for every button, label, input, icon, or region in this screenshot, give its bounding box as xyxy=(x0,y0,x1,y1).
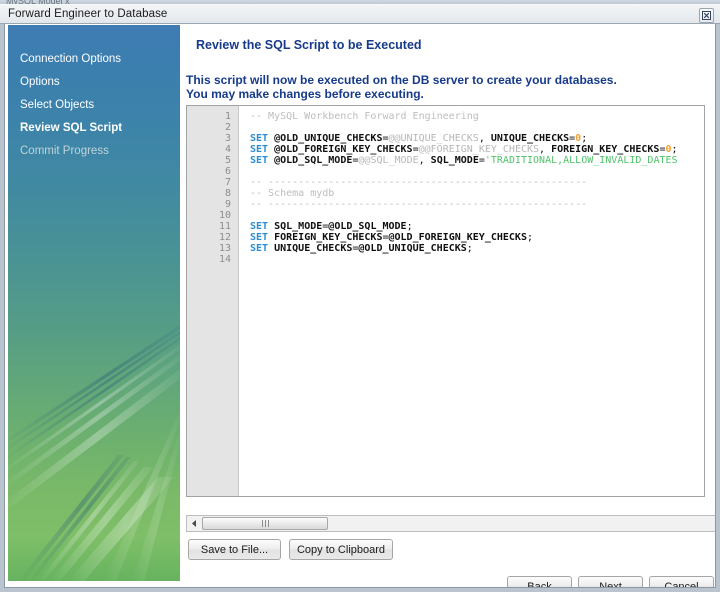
copy-to-clipboard-label: Copy to Clipboard xyxy=(297,544,385,556)
copy-to-clipboard-button[interactable]: Copy to Clipboard xyxy=(289,539,393,560)
sidebar-item-label: Connection Options xyxy=(20,53,121,65)
line-number: 1 xyxy=(225,111,231,122)
dialog-body: Connection Options Options Select Object… xyxy=(4,24,716,588)
sidebar-item-commit-progress: Commit Progress xyxy=(20,145,170,161)
code-line: SET FOREIGN_KEY_CHECKS=@OLD_FOREIGN_KEY_… xyxy=(250,232,533,243)
sidebar-item-select-objects[interactable]: Select Objects xyxy=(20,99,170,115)
line-number: 13 xyxy=(219,243,231,254)
cancel-button[interactable]: Cancel xyxy=(649,576,714,588)
dialog-titlebar: Forward Engineer to Database xyxy=(0,4,720,24)
code-line: -- -------------------------------------… xyxy=(250,177,587,188)
sidebar-item-label: Commit Progress xyxy=(20,145,109,157)
next-button[interactable]: Next xyxy=(578,576,643,588)
code-line: -- Schema mydb xyxy=(250,188,334,199)
save-to-file-button[interactable]: Save to File... xyxy=(188,539,281,560)
sidebar-item-review-sql-script[interactable]: Review SQL Script xyxy=(20,122,170,138)
line-number: 12 xyxy=(219,232,231,243)
intro-text-line-1: This script will now be executed on the … xyxy=(186,73,617,87)
sidebar-item-label: Review SQL Script xyxy=(20,122,122,134)
line-number: 8 xyxy=(225,188,231,199)
back-label: Back xyxy=(527,581,551,589)
code-line: SET @OLD_UNIQUE_CHECKS=@@UNIQUE_CHECKS, … xyxy=(250,133,587,144)
dialog-title: Forward Engineer to Database xyxy=(8,8,167,20)
code-line: SET @OLD_SQL_MODE=@@SQL_MODE, SQL_MODE='… xyxy=(250,155,678,166)
wizard-step-sidebar: Connection Options Options Select Object… xyxy=(8,25,180,581)
horizontal-scrollbar-thumb[interactable] xyxy=(202,517,328,530)
code-line: -- MySQL Workbench Forward Engineering xyxy=(250,111,479,122)
dialog-inner: Connection Options Options Select Object… xyxy=(5,24,715,587)
line-number: 7 xyxy=(225,177,231,188)
line-number: 5 xyxy=(225,155,231,166)
code-line: SET @OLD_FOREIGN_KEY_CHECKS=@@FOREIGN_KE… xyxy=(250,144,678,155)
sql-code-area[interactable]: -- MySQL Workbench Forward Engineering SE… xyxy=(240,106,704,496)
line-number: 4 xyxy=(225,144,231,155)
triangle-left-icon[interactable] xyxy=(187,516,201,531)
line-number: 6 xyxy=(225,166,231,177)
next-label: Next xyxy=(599,581,622,589)
editor-right-edge xyxy=(704,105,707,497)
sql-script-editor[interactable]: 1234567891011121314 -- MySQL Workbench F… xyxy=(186,105,704,497)
line-number: 10 xyxy=(219,210,231,221)
line-number: 14 xyxy=(219,254,231,265)
page-title: Review the SQL Script to be Executed xyxy=(196,38,422,52)
line-number: 9 xyxy=(225,199,231,210)
intro-text-line-2: You may make changes before executing. xyxy=(186,87,424,101)
code-line: SET SQL_MODE=@OLD_SQL_MODE; xyxy=(250,221,413,232)
code-line: -- -------------------------------------… xyxy=(250,199,587,210)
line-number: 2 xyxy=(225,122,231,133)
line-number: 11 xyxy=(219,221,231,232)
forward-engineer-dialog: MySQL Model x Forward Engineer to Databa… xyxy=(0,0,720,592)
sidebar-item-label: Options xyxy=(20,76,60,88)
back-button[interactable]: Back xyxy=(507,576,572,588)
cancel-label: Cancel xyxy=(664,581,698,589)
editor-horizontal-scrollbar[interactable] xyxy=(186,515,716,532)
sidebar-item-label: Select Objects xyxy=(20,99,94,111)
grip-dots-icon xyxy=(262,520,269,527)
line-number-gutter: 1234567891011121314 xyxy=(187,106,239,496)
close-icon[interactable] xyxy=(699,8,714,23)
save-to-file-label: Save to File... xyxy=(201,544,268,556)
sidebar-item-options[interactable]: Options xyxy=(20,76,170,92)
main-content: Review the SQL Script to be Executed Thi… xyxy=(181,25,714,586)
sidebar-item-connection-options[interactable]: Connection Options xyxy=(20,53,170,69)
line-number: 3 xyxy=(225,133,231,144)
code-line: SET UNIQUE_CHECKS=@OLD_UNIQUE_CHECKS; xyxy=(250,243,473,254)
